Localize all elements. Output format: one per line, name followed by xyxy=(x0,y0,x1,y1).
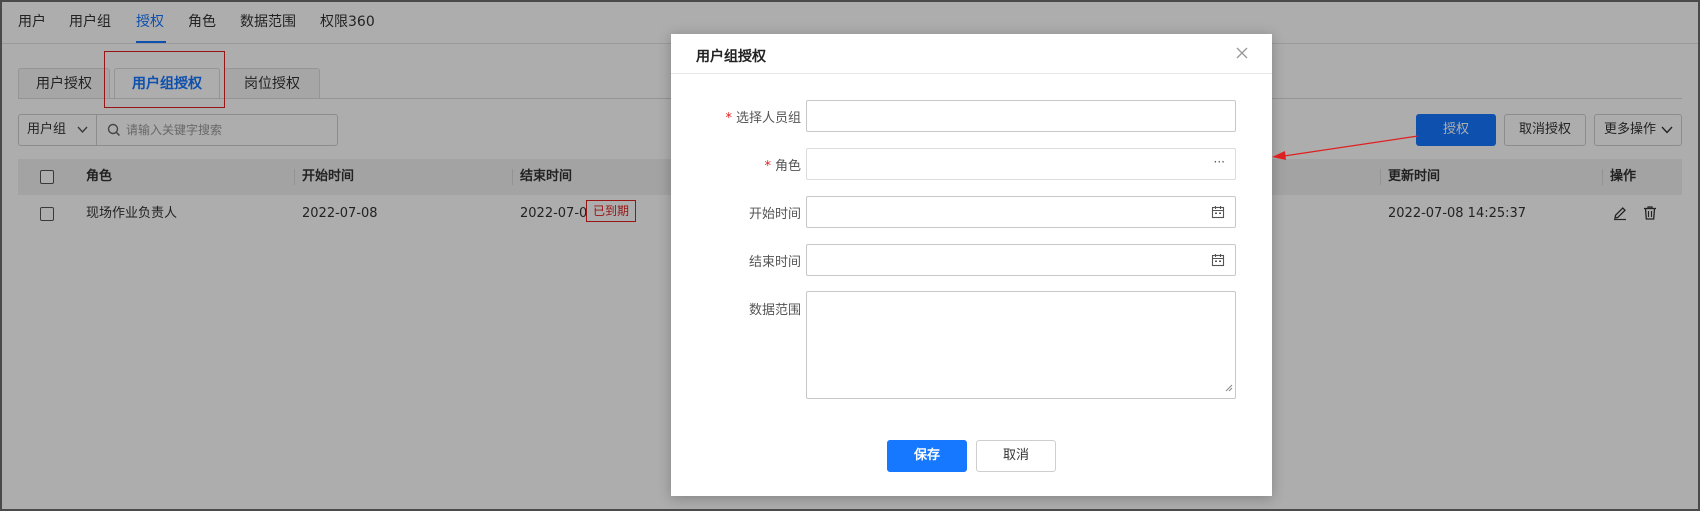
app-frame: 用户 用户组 授权 角色 数据范围 权限360 用户授权 用户组授权 岗位授权 … xyxy=(0,0,1700,511)
annotation-arrow xyxy=(1272,135,1419,160)
